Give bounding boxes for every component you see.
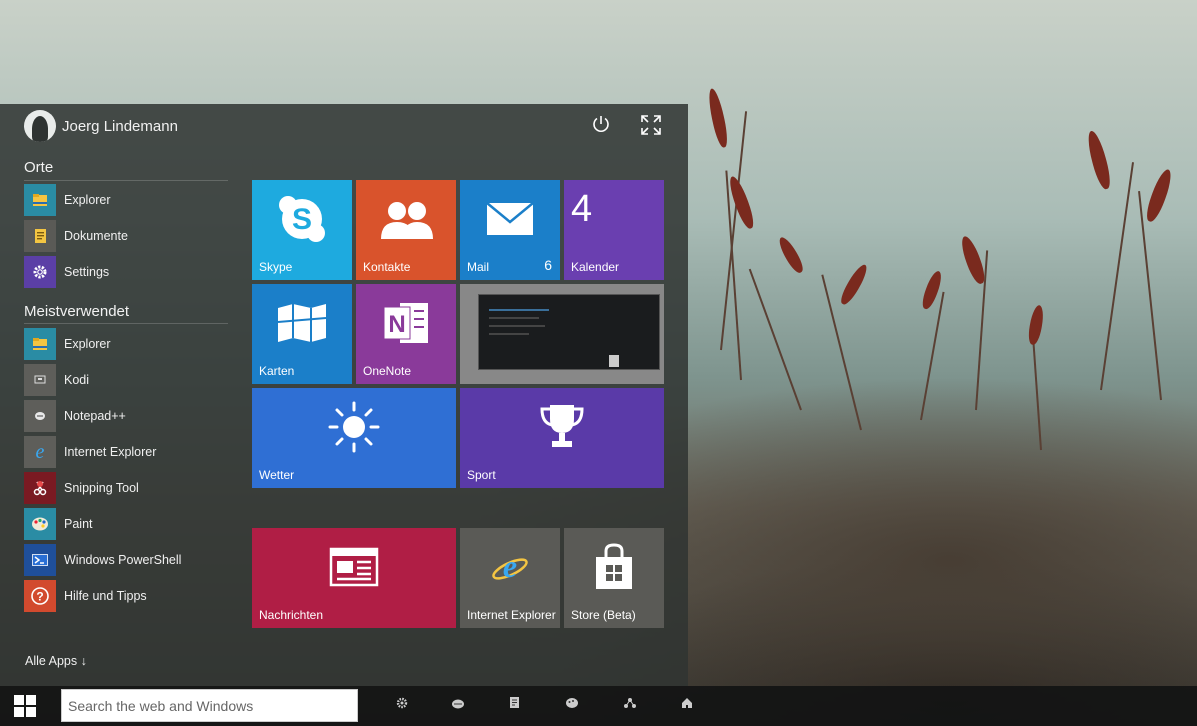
skype-icon: S bbox=[252, 180, 352, 258]
store-bag-icon bbox=[564, 528, 664, 606]
paint-icon[interactable] bbox=[562, 696, 582, 716]
tile-label: Internet Explorer bbox=[467, 608, 556, 622]
calendar-day: 4 bbox=[571, 188, 593, 230]
tile-label: Karten bbox=[259, 364, 295, 378]
all-apps-link[interactable]: Alle Apps ↓ bbox=[25, 654, 87, 668]
expand-icon[interactable] bbox=[639, 114, 663, 138]
map-icon bbox=[252, 284, 352, 362]
tile-sport[interactable]: Sport bbox=[460, 388, 664, 488]
svg-text:?: ? bbox=[36, 590, 43, 604]
app-label: Hilfe und Tipps bbox=[64, 589, 147, 603]
most-used-item-hilfe[interactable]: ? Hilfe und Tipps bbox=[24, 580, 234, 612]
app-label: Dokumente bbox=[64, 229, 128, 243]
most-used-item-internet-explorer[interactable]: e Internet Explorer bbox=[24, 436, 234, 468]
start-button[interactable] bbox=[0, 686, 50, 726]
mail-icon bbox=[460, 180, 560, 258]
most-used-item-snipping-tool[interactable]: Snipping Tool bbox=[24, 472, 234, 504]
tile-label: Nachrichten bbox=[259, 608, 324, 622]
tile-label: Wetter bbox=[259, 468, 295, 482]
mail-badge-count: 6 bbox=[544, 257, 552, 273]
svg-text:e: e bbox=[503, 548, 517, 584]
folder-icon bbox=[24, 184, 56, 216]
tile-label: Kalender bbox=[571, 260, 620, 274]
kodi-icon bbox=[24, 364, 56, 396]
news-icon bbox=[252, 528, 456, 606]
palette-icon bbox=[24, 508, 56, 540]
tile-store[interactable]: Store (Beta) bbox=[564, 528, 664, 628]
tile-live-preview[interactable] bbox=[460, 284, 664, 384]
app-label: Internet Explorer bbox=[64, 445, 157, 459]
settings-icon[interactable] bbox=[392, 696, 412, 716]
windows-logo-icon bbox=[14, 695, 36, 717]
tile-label: Mail bbox=[467, 260, 490, 274]
app-label: Windows PowerShell bbox=[64, 553, 182, 567]
svg-text:N: N bbox=[388, 311, 405, 338]
most-used-item-kodi[interactable]: Kodi bbox=[24, 364, 234, 396]
gear-icon bbox=[24, 256, 56, 288]
app-label: Snipping Tool bbox=[64, 481, 139, 495]
tile-label: Kontakte bbox=[363, 260, 411, 274]
kodi-icon[interactable] bbox=[448, 696, 468, 716]
powershell-icon bbox=[24, 544, 56, 576]
tile-onenote[interactable]: N OneNote bbox=[356, 284, 456, 384]
most-used-item-paint[interactable]: Paint bbox=[24, 508, 234, 540]
tile-wetter[interactable]: Wetter bbox=[252, 388, 456, 488]
app-label: Paint bbox=[64, 517, 93, 531]
people-icon bbox=[356, 180, 456, 258]
places-item-explorer[interactable]: Explorer bbox=[24, 184, 234, 216]
most-used-item-notepad[interactable]: Notepad++ bbox=[24, 400, 234, 432]
documents-icon[interactable] bbox=[505, 696, 525, 716]
tile-label: Skype bbox=[259, 260, 293, 274]
avatar bbox=[24, 110, 56, 142]
folder-icon bbox=[24, 328, 56, 360]
documents-icon bbox=[24, 220, 56, 252]
divider bbox=[24, 323, 228, 324]
section-most-used-title: Meistverwendet bbox=[24, 303, 130, 320]
app-label: Notepad++ bbox=[64, 409, 126, 423]
help-icon: ? bbox=[24, 580, 56, 612]
app-label: Explorer bbox=[64, 193, 111, 207]
ie-icon: e bbox=[460, 528, 560, 606]
section-places-title: Orte bbox=[24, 159, 54, 176]
tile-karten[interactable]: Karten bbox=[252, 284, 352, 384]
svg-text:S: S bbox=[292, 203, 312, 236]
app-screenshot-preview bbox=[478, 294, 660, 370]
app-label: Explorer bbox=[64, 337, 111, 351]
user-name: Joerg Lindemann bbox=[62, 117, 178, 135]
home-icon[interactable] bbox=[677, 696, 697, 716]
tile-mail[interactable]: Mail 6 bbox=[460, 180, 560, 280]
sun-icon bbox=[252, 388, 456, 466]
notepad-icon bbox=[24, 400, 56, 432]
search-input[interactable] bbox=[62, 690, 357, 721]
tile-skype[interactable]: S Skype bbox=[252, 180, 352, 280]
tile-label: Store (Beta) bbox=[571, 608, 636, 622]
tile-internet-explorer[interactable]: e Internet Explorer bbox=[460, 528, 560, 628]
places-item-settings[interactable]: Settings bbox=[24, 256, 234, 288]
most-used-item-explorer[interactable]: Explorer bbox=[24, 328, 234, 360]
divider bbox=[24, 180, 228, 181]
user-account[interactable]: Joerg Lindemann bbox=[24, 110, 178, 142]
taskbar bbox=[0, 686, 1197, 726]
ie-icon: e bbox=[24, 436, 56, 468]
network-icon[interactable] bbox=[620, 696, 640, 716]
onenote-icon: N bbox=[356, 284, 456, 362]
tile-label: OneNote bbox=[363, 364, 412, 378]
places-item-dokumente[interactable]: Dokumente bbox=[24, 220, 234, 252]
most-used-item-powershell[interactable]: Windows PowerShell bbox=[24, 544, 234, 576]
tile-kalender[interactable]: 4 Kalender bbox=[564, 180, 664, 280]
search-box[interactable] bbox=[61, 689, 358, 722]
tile-label: Sport bbox=[467, 468, 496, 482]
power-icon[interactable] bbox=[589, 114, 613, 138]
trophy-icon bbox=[460, 388, 664, 466]
app-label: Kodi bbox=[64, 373, 90, 387]
app-label: Settings bbox=[64, 265, 110, 279]
scissors-icon bbox=[24, 472, 56, 504]
tile-nachrichten[interactable]: Nachrichten bbox=[252, 528, 456, 628]
tile-kontakte[interactable]: Kontakte bbox=[356, 180, 456, 280]
